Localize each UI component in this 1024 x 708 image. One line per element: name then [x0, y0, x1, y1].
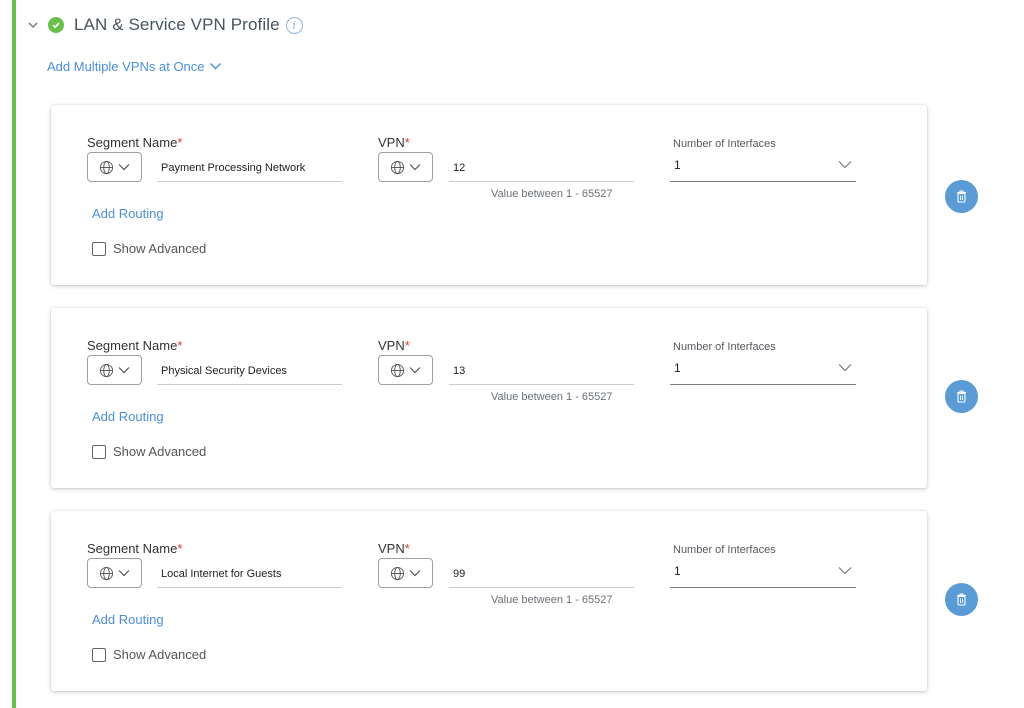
trash-icon: [957, 190, 966, 203]
vpn-language-dropdown[interactable]: [378, 355, 433, 385]
info-icon[interactable]: i: [285, 16, 303, 34]
show-advanced-toggle[interactable]: Show Advanced: [92, 647, 206, 662]
show-advanced-toggle[interactable]: Show Advanced: [92, 241, 206, 256]
chevron-down-icon: [118, 164, 130, 171]
number-of-interfaces-select[interactable]: 1: [670, 361, 856, 385]
show-advanced-label: Show Advanced: [113, 444, 207, 459]
check-circle-icon: [48, 17, 64, 33]
vpn-language-dropdown[interactable]: [378, 558, 433, 588]
vpn-input[interactable]: 12: [449, 154, 634, 182]
vpn-hint: Value between 1 - 65527: [491, 188, 613, 200]
trash-icon: [957, 593, 966, 606]
chevron-down-icon: [209, 59, 222, 74]
globe-icon: [99, 363, 114, 377]
chevron-down-icon: [838, 364, 852, 372]
chevron-down-icon: [118, 570, 130, 577]
show-advanced-checkbox[interactable]: [92, 444, 106, 459]
add-routing-link[interactable]: Add Routing: [92, 612, 164, 627]
vpn-label: VPN*: [378, 338, 410, 353]
segment-card: Segment Name* Local Internet for Guests …: [51, 511, 927, 691]
show-advanced-label: Show Advanced: [113, 647, 207, 662]
show-advanced-checkbox[interactable]: [92, 241, 106, 256]
show-advanced-label: Show Advanced: [113, 241, 207, 256]
number-of-interfaces-label: Number of Interfaces: [673, 341, 776, 353]
vpn-hint: Value between 1 - 65527: [491, 594, 613, 606]
number-of-interfaces-select[interactable]: 1: [670, 564, 856, 588]
vpn-label: VPN*: [378, 541, 410, 556]
section-title: LAN & Service VPN Profile: [74, 15, 280, 34]
collapse-chevron-icon[interactable]: [26, 18, 40, 32]
globe-icon: [390, 160, 405, 174]
vpn-label: VPN*: [378, 135, 410, 150]
delete-segment-button[interactable]: [945, 583, 978, 616]
globe-icon: [390, 363, 405, 377]
trash-icon: [957, 390, 966, 403]
number-of-interfaces-select[interactable]: 1: [670, 158, 856, 182]
globe-icon: [99, 160, 114, 174]
globe-icon: [99, 566, 114, 580]
delete-segment-button[interactable]: [945, 180, 978, 213]
add-routing-link[interactable]: Add Routing: [92, 206, 164, 221]
globe-icon: [390, 566, 405, 580]
vpn-hint: Value between 1 - 65527: [491, 391, 613, 403]
delete-segment-button[interactable]: [945, 380, 978, 413]
segment-name-label: Segment Name*: [87, 338, 183, 353]
show-advanced-toggle[interactable]: Show Advanced: [92, 444, 206, 459]
segment-card: Segment Name* Physical Security Devices …: [51, 308, 927, 488]
vpn-input[interactable]: 99: [449, 560, 634, 588]
chevron-down-icon: [838, 567, 852, 575]
vpn-input[interactable]: 13: [449, 357, 634, 385]
chevron-down-icon: [409, 367, 421, 374]
segment-name-language-dropdown[interactable]: [87, 558, 142, 588]
show-advanced-checkbox[interactable]: [92, 647, 106, 662]
chevron-down-icon: [409, 570, 421, 577]
chevron-down-icon: [838, 161, 852, 169]
add-multiple-vpns-link[interactable]: Add Multiple VPNs at Once: [47, 59, 222, 74]
chevron-down-icon: [409, 164, 421, 171]
segment-name-input[interactable]: Payment Processing Network: [157, 154, 342, 182]
segment-name-language-dropdown[interactable]: [87, 152, 142, 182]
segment-name-label: Segment Name*: [87, 135, 183, 150]
section-header: LAN & Service VPN Profile i: [26, 12, 303, 38]
chevron-down-icon: [118, 367, 130, 374]
add-routing-link[interactable]: Add Routing: [92, 409, 164, 424]
segment-card: Segment Name* Payment Processing Network…: [51, 105, 927, 285]
vpn-language-dropdown[interactable]: [378, 152, 433, 182]
number-of-interfaces-label: Number of Interfaces: [673, 544, 776, 556]
segment-name-language-dropdown[interactable]: [87, 355, 142, 385]
section-accent-bar: [12, 0, 16, 708]
segment-name-label: Segment Name*: [87, 541, 183, 556]
segment-name-input[interactable]: Physical Security Devices: [157, 357, 342, 385]
number-of-interfaces-label: Number of Interfaces: [673, 138, 776, 150]
segment-name-input[interactable]: Local Internet for Guests: [157, 560, 342, 588]
add-multiple-vpns-label: Add Multiple VPNs at Once: [47, 59, 205, 74]
